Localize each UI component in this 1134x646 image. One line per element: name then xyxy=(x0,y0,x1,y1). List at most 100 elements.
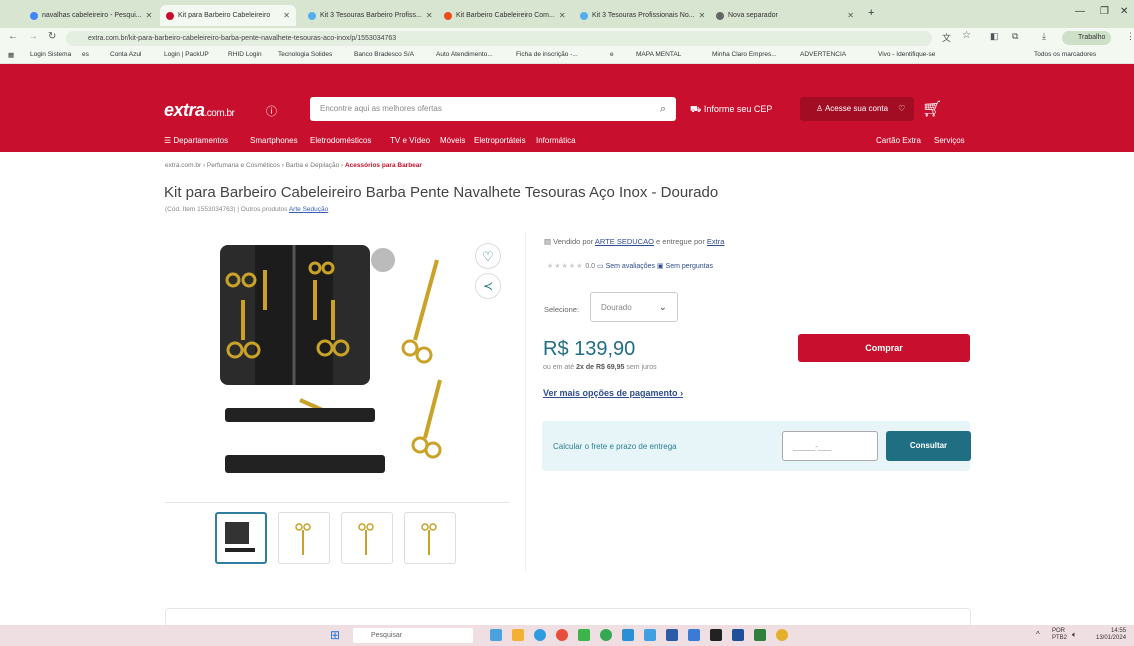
browser-tab-1[interactable]: navalhas cabeleireiro - Pesqui... ✕ xyxy=(24,5,154,26)
delivered-by-link[interactable]: Extra xyxy=(707,237,725,246)
brand-link[interactable]: Arte Sedução xyxy=(289,206,328,213)
app-icon[interactable] xyxy=(666,629,678,641)
breadcrumb-link[interactable]: Perfumaria e Cosméticos xyxy=(207,162,280,169)
search-input[interactable]: Encontre aqui as melhores ofertas ⌕ xyxy=(310,97,676,121)
close-icon[interactable]: ✕ xyxy=(695,11,704,20)
bookmark-item[interactable]: MAPA MENTAL xyxy=(636,51,681,58)
app-icon[interactable] xyxy=(732,629,744,641)
consult-button[interactable]: Consultar xyxy=(886,431,971,461)
close-icon[interactable]: ✕ xyxy=(142,11,153,20)
bookmark-item[interactable]: ADVERTENCIA xyxy=(800,51,846,58)
browser-tab-2[interactable]: Kit para Barbeiro Cabeleireiro ✕ xyxy=(160,5,296,26)
back-icon[interactable]: ← xyxy=(8,31,18,42)
cart-icon[interactable]: 🛒︎ xyxy=(922,99,942,119)
bookmark-item[interactable]: Minha Claro Empres... xyxy=(712,51,777,58)
apps-icon[interactable]: ▦ xyxy=(8,51,14,59)
thumbnail-2[interactable] xyxy=(278,512,330,564)
seller-link[interactable]: ARTE SEDUCAO xyxy=(595,237,654,246)
bookmark-item[interactable]: Vivo - Identifique-se xyxy=(878,51,935,58)
nav-servicos[interactable]: Serviços xyxy=(934,136,965,145)
bookmark-item[interactable]: Banco Bradesco S/A xyxy=(354,51,414,58)
close-icon[interactable]: ✕ xyxy=(422,11,432,20)
language-indicator[interactable]: POR PTB2 xyxy=(1052,628,1067,642)
browser-tab-5[interactable]: Kit 3 Tesouras Profissionais No... ✕ xyxy=(574,5,704,26)
buy-button[interactable]: Comprar xyxy=(798,334,970,362)
maximize-button[interactable]: ❐ xyxy=(1100,6,1109,17)
favorite-button[interactable]: ♡ xyxy=(475,243,501,269)
app-icon[interactable] xyxy=(622,629,634,641)
info-icon[interactable]: ⓘ xyxy=(266,103,277,119)
bookmark-item[interactable]: e xyxy=(610,51,614,58)
bookmark-item[interactable]: Login Sistema xyxy=(30,51,71,58)
taskbar-search-input[interactable]: Pesquisar xyxy=(353,628,473,643)
app-icon[interactable] xyxy=(490,629,502,641)
clock[interactable]: 14:55 13/01/2024 xyxy=(1096,628,1126,642)
chrome-icon[interactable] xyxy=(776,629,788,641)
nav-informatica[interactable]: Informática xyxy=(536,136,576,145)
app-icon[interactable] xyxy=(754,629,766,641)
browser-tab-6[interactable]: Nova separador ✕ xyxy=(710,5,860,26)
thumbnail-4[interactable] xyxy=(404,512,456,564)
bookmark-item[interactable]: Todos os marcadores xyxy=(1034,51,1134,58)
bookmark-item[interactable]: Auto Atendimento... xyxy=(436,51,493,58)
close-icon[interactable]: ✕ xyxy=(843,11,854,20)
thumbnail-1[interactable] xyxy=(215,512,267,564)
share-button[interactable]: ≺ xyxy=(475,273,501,299)
tray-chevron-icon[interactable]: ^ xyxy=(1036,630,1040,639)
app-icon[interactable] xyxy=(578,629,590,641)
bookmark-item[interactable]: Conta Azul xyxy=(110,51,141,58)
questions-link[interactable]: ▣ Sem perguntas xyxy=(657,263,713,270)
window-close-button[interactable]: ✕ xyxy=(1120,6,1128,17)
browser-tab-3[interactable]: Kit 3 Tesouras Barbeiro Profiss... ✕ xyxy=(302,5,432,26)
close-icon[interactable]: ✕ xyxy=(279,11,290,20)
download-icon[interactable]: ⤓ xyxy=(1042,31,1046,42)
forward-icon[interactable]: → xyxy=(28,31,38,42)
close-icon[interactable]: ✕ xyxy=(555,11,566,20)
bookmark-item[interactable]: Login | PackUP xyxy=(164,51,209,58)
nav-cartao-extra[interactable]: Cartão Extra xyxy=(876,136,921,145)
chrome-icon[interactable] xyxy=(600,629,612,641)
menu-icon[interactable]: ⋮ xyxy=(1126,31,1134,42)
bookmark-item[interactable]: Ficha de inscrição -... xyxy=(516,51,578,58)
nav-smartphones[interactable]: Smartphones xyxy=(250,136,298,145)
thumbnail-3[interactable] xyxy=(341,512,393,564)
bookmark-item[interactable]: es xyxy=(82,51,89,58)
puzzle-icon[interactable]: ⧉ xyxy=(1012,31,1018,42)
nav-moveis[interactable]: Móveis xyxy=(440,136,465,145)
breadcrumb-current[interactable]: Acessórios para Barbear xyxy=(345,162,422,169)
cep-button[interactable]: ⛟ Informe seu CEP xyxy=(690,104,772,116)
bookmark-star-icon[interactable]: ☆ xyxy=(962,30,971,41)
extension-icon[interactable]: ◧ xyxy=(990,31,999,42)
product-main-image[interactable] xyxy=(215,240,455,488)
nav-departamentos[interactable]: ☰ Departamentos xyxy=(164,136,228,145)
search-icon[interactable]: ⌕ xyxy=(660,97,666,121)
app-icon[interactable] xyxy=(556,629,568,641)
speaker-icon[interactable]: 🔈︎ xyxy=(1072,630,1077,640)
translate-icon[interactable]: 文 xyxy=(942,31,951,44)
more-payment-options-link[interactable]: Ver mais opções de pagamento › xyxy=(543,388,683,398)
edge-icon[interactable] xyxy=(534,629,546,641)
nav-tv-video[interactable]: TV e Vídeo xyxy=(390,136,430,145)
nav-eletroportateis[interactable]: Eletroportáteis xyxy=(474,136,526,145)
folder-icon[interactable] xyxy=(512,629,524,641)
new-tab-button[interactable]: + xyxy=(868,7,874,19)
variant-select[interactable]: Dourado ⌄ xyxy=(590,292,678,322)
app-icon[interactable] xyxy=(710,629,722,641)
reload-icon[interactable]: ↻ xyxy=(48,31,56,42)
windows-start-icon[interactable]: ⊞ xyxy=(330,628,340,642)
reviews-link[interactable]: ▭ Sem avaliações xyxy=(597,263,655,270)
bookmark-item[interactable]: Tecnologia Solides xyxy=(278,51,332,58)
profile-button[interactable]: Trabalho xyxy=(1062,31,1112,45)
breadcrumb-link[interactable]: extra.com.br xyxy=(165,162,201,169)
minimize-button[interactable]: — xyxy=(1075,6,1085,17)
cep-input[interactable]: _____-___ xyxy=(782,431,878,461)
bookmark-item[interactable]: RHID Login xyxy=(228,51,262,58)
app-icon[interactable] xyxy=(644,629,656,641)
app-icon[interactable] xyxy=(688,629,700,641)
account-button[interactable]: ♙ Acesse sua conta ♡ xyxy=(800,97,914,121)
breadcrumb-link[interactable]: Barba e Depilação xyxy=(286,162,339,169)
browser-tab-4[interactable]: Kit Barbeiro Cabeleireiro Com... ✕ xyxy=(438,5,568,26)
nav-eletrodomesticos[interactable]: Eletrodomésticos xyxy=(310,136,371,145)
url-input[interactable]: extra.com.br/kit-para-barbeiro-cabeleire… xyxy=(66,31,932,46)
site-logo[interactable]: extra.com.br xyxy=(164,100,235,121)
